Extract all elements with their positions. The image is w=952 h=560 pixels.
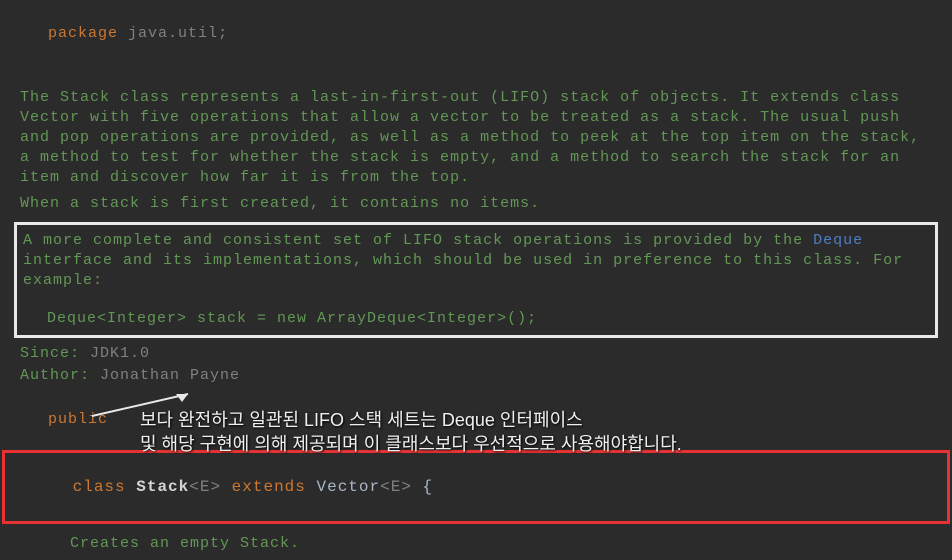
- author-label: Author:: [20, 367, 90, 384]
- class-name: Stack: [136, 478, 189, 496]
- constructor-javadoc: Creates an empty Stack.: [0, 526, 952, 560]
- highlight-before: A more complete and consistent set of LI…: [23, 232, 813, 249]
- javadoc-highlight-box: A more complete and consistent set of LI…: [14, 222, 938, 338]
- highlight-after: interface and its implementations, which…: [23, 252, 903, 289]
- since-label: Since:: [20, 345, 80, 362]
- javadoc-paragraph-2: When a stack is first created, it contai…: [20, 194, 932, 214]
- javadoc-highlight-text: A more complete and consistent set of LI…: [23, 231, 929, 291]
- class-declaration-highlight: class Stack<E> extends Vector<E> {: [2, 450, 950, 524]
- javadoc-tags: Since: JDK1.0 Author: Jonathan Payne: [0, 344, 952, 390]
- code-editor: package java.util; The Stack class repre…: [0, 0, 952, 560]
- constructor-doc-text: Creates an empty Stack.: [70, 534, 932, 554]
- generic-param-2: <E>: [380, 478, 412, 496]
- overlay-line-1: 보다 완전하고 일관된 LIFO 스택 세트는 Deque 인터페이스: [140, 408, 682, 432]
- javadoc-paragraph-1: The Stack class represents a last-in-fir…: [20, 88, 932, 188]
- package-declaration: package java.util;: [0, 4, 952, 64]
- keyword-extends: extends: [232, 478, 306, 496]
- superclass-name: Vector: [317, 478, 381, 496]
- javadoc-code-example: Deque<Integer> stack = new ArrayDeque<In…: [23, 309, 929, 329]
- javadoc-block: The Stack class represents a last-in-fir…: [0, 82, 952, 220]
- semicolon: ;: [218, 25, 228, 42]
- overlay-line-2: 및 해당 구현에 의해 제공되며 이 클래스보다 우선적으로 사용해야합니다.: [140, 432, 682, 456]
- since-tag: Since: JDK1.0: [20, 344, 932, 364]
- generic-param-1: <E>: [189, 478, 221, 496]
- translation-overlay: 보다 완전하고 일관된 LIFO 스택 세트는 Deque 인터페이스 및 해당…: [140, 408, 682, 456]
- author-value: Jonathan Payne: [100, 367, 240, 384]
- deque-link[interactable]: Deque: [813, 232, 863, 249]
- since-value: JDK1.0: [90, 345, 150, 362]
- keyword-class: class: [73, 478, 126, 496]
- author-tag: Author: Jonathan Payne: [20, 366, 932, 386]
- package-name: java.util: [128, 25, 218, 42]
- class-declaration: class Stack<E> extends Vector<E> {: [9, 457, 943, 517]
- open-brace: {: [423, 478, 434, 496]
- keyword-package: package: [48, 25, 118, 42]
